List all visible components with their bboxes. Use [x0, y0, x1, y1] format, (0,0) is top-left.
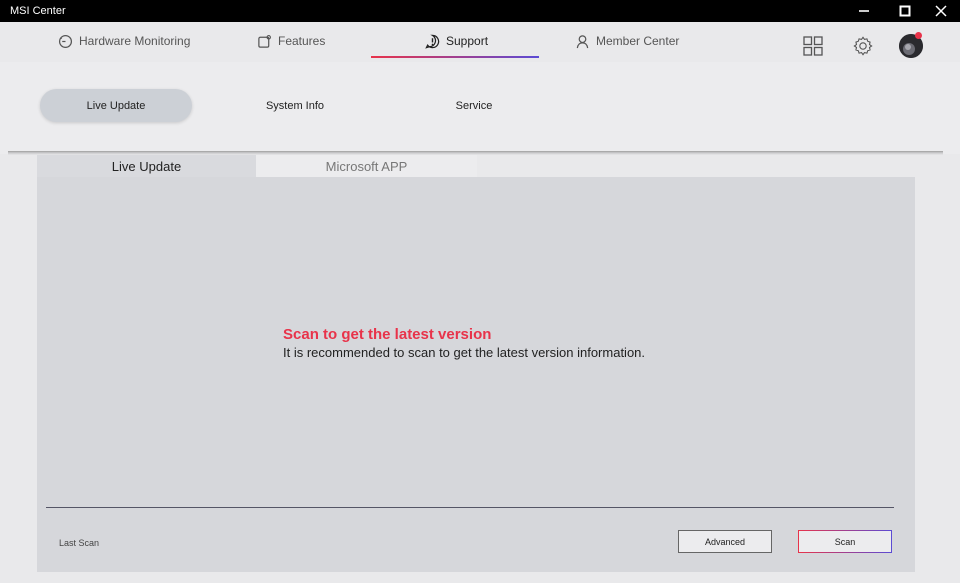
scan-button[interactable]: Scan	[798, 530, 892, 553]
tab-microsoft-app[interactable]: Microsoft APP	[256, 155, 477, 177]
support-icon	[425, 34, 440, 49]
panel-body: Scan to get the latest version It is rec…	[37, 177, 915, 572]
tab-label: Member Center	[596, 34, 680, 48]
footer-divider	[46, 507, 894, 508]
advanced-button[interactable]: Advanced	[678, 530, 772, 553]
subtab-live-update[interactable]: Live Update	[40, 89, 192, 122]
scan-description: It is recommended to scan to get the lat…	[283, 345, 646, 360]
maximize-icon[interactable]	[889, 0, 921, 22]
content-panel: Live Update Microsoft APP Scan to get th…	[37, 155, 915, 572]
notification-dot	[915, 32, 922, 39]
tab-label: Support	[446, 34, 489, 48]
tab-live-update[interactable]: Live Update	[37, 155, 256, 177]
tab-label: Hardware Monitoring	[79, 34, 191, 48]
scan-message: Scan to get the latest version It is rec…	[283, 326, 645, 360]
subtab-system-info[interactable]: System Info	[219, 89, 371, 122]
tab-member-center[interactable]: Member Center	[575, 22, 679, 60]
close-icon[interactable]	[925, 0, 957, 22]
scan-heading: Scan to get the latest version	[283, 326, 492, 343]
window-title: MSI Center	[10, 5, 66, 17]
user-icon	[576, 34, 589, 48]
title-bar: MSI Center	[0, 0, 960, 22]
grid-icon[interactable]	[801, 34, 825, 58]
subtab-service[interactable]: Service	[398, 89, 550, 122]
gear-icon[interactable]	[851, 34, 875, 58]
tab-features[interactable]: Features	[257, 22, 325, 60]
minimize-icon[interactable]	[848, 0, 880, 22]
gauge-icon	[58, 34, 73, 48]
panel-tabs: Live Update Microsoft APP	[37, 155, 915, 177]
tab-support[interactable]: Support	[425, 22, 488, 60]
tab-label: Features	[278, 34, 326, 48]
last-scan-label: Last Scan	[59, 538, 100, 548]
tab-hardware-monitoring[interactable]: Hardware Monitoring	[58, 22, 190, 60]
features-icon	[258, 34, 271, 48]
sub-navigation: Live Update System Info Service	[0, 62, 960, 154]
active-tab-indicator	[371, 56, 539, 58]
